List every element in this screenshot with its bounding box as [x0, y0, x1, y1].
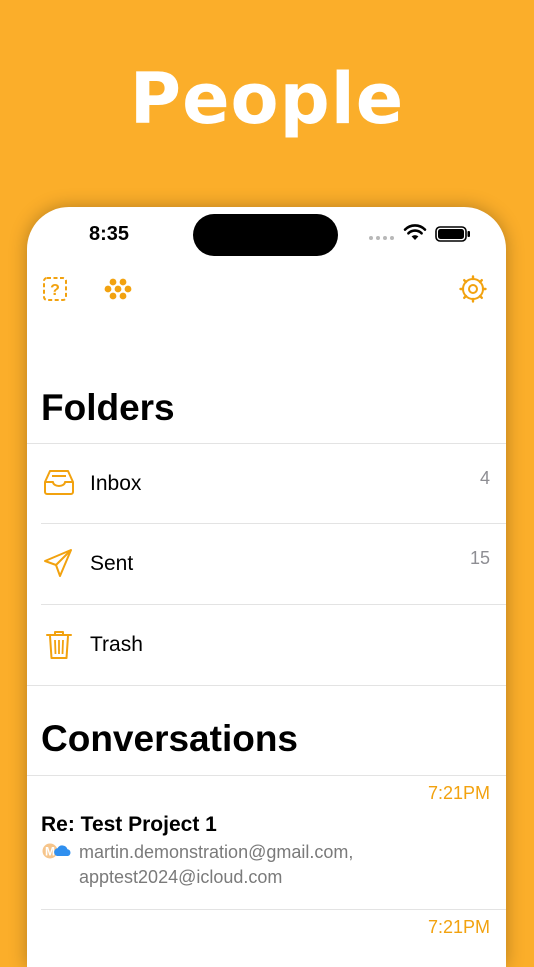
help-icon[interactable]: ?: [42, 276, 68, 307]
folder-row-sent[interactable]: Sent 15: [27, 524, 506, 604]
conversation-time: 7:21PM: [427, 917, 490, 937]
status-time: 8:35: [89, 223, 130, 245]
conversation-row[interactable]: 7:21PM Re: Test Project 1 M martin.demon…: [27, 776, 506, 908]
conversation-row[interactable]: 7:21PM: [27, 910, 506, 967]
conversations-heading: Conversations: [41, 718, 299, 759]
participant-line: martin.demonstration@gmail.com,: [79, 842, 354, 862]
folder-label: Sent: [90, 552, 134, 575]
folder-count: 15: [469, 548, 490, 568]
conversation-time: 7:21PM: [427, 783, 490, 803]
dynamic-island: [193, 214, 338, 256]
participant-line: apptest2024@icloud.com: [79, 867, 283, 887]
svg-text:?: ?: [50, 282, 60, 299]
folders-heading: Folders: [41, 387, 175, 428]
settings-gear-icon[interactable]: [459, 275, 487, 308]
folder-label: Inbox: [90, 472, 142, 495]
folder-label: Trash: [90, 633, 143, 656]
folder-row-inbox[interactable]: Inbox 4: [27, 444, 506, 524]
divider: [27, 685, 506, 686]
inbox-tray-icon: [43, 468, 75, 501]
phone-screen: 8:35 ? Folders Inbox 4 Sent 15 Trash Con…: [27, 207, 506, 967]
folder-row-trash[interactable]: Trash: [27, 605, 506, 685]
battery-icon: [435, 226, 471, 247]
account-badges-icon: M: [42, 842, 72, 865]
contacts-cluster-icon[interactable]: [104, 276, 132, 307]
trash-can-icon: [43, 629, 75, 666]
headline-title: People: [129, 58, 405, 140]
svg-text:M: M: [45, 845, 55, 859]
conversation-subject: Re: Test Project 1: [41, 813, 217, 836]
paper-plane-icon: [43, 548, 75, 583]
conversation-participants: martin.demonstration@gmail.com, apptest2…: [79, 840, 459, 890]
cellular-signal-icon: [369, 236, 394, 240]
wifi-icon: [403, 223, 427, 246]
folder-count: 4: [479, 468, 490, 488]
